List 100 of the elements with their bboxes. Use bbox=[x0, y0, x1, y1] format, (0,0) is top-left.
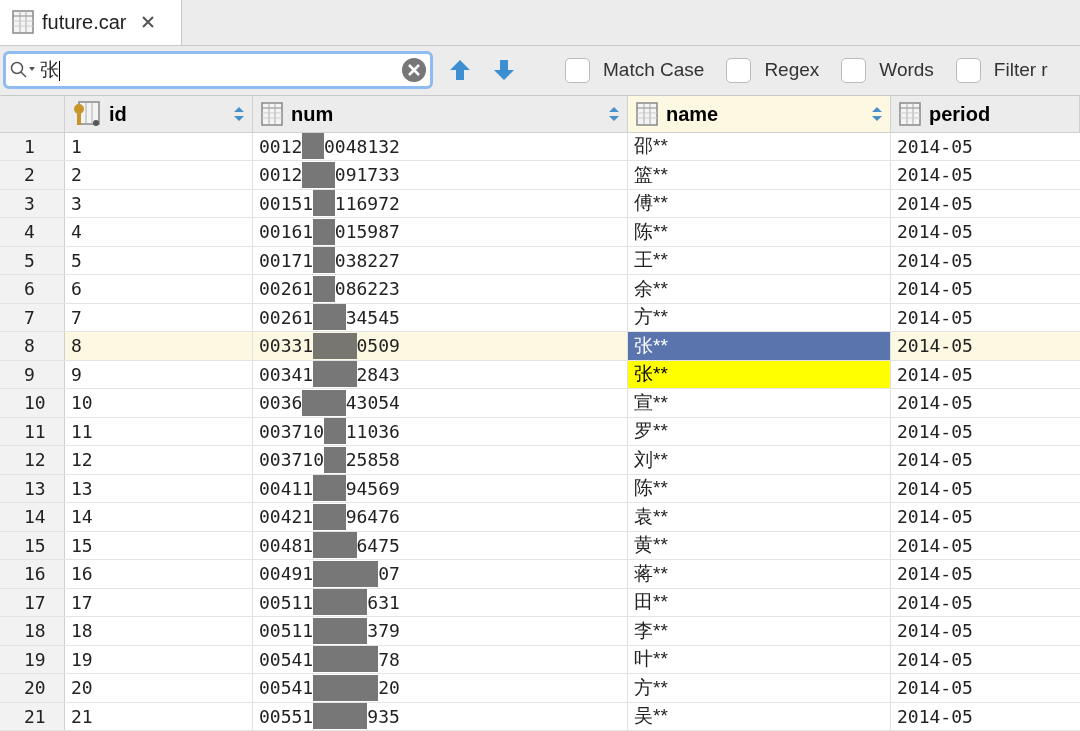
table-cell: 王** bbox=[628, 246, 891, 274]
table-cell-text: 2014-05 bbox=[896, 533, 974, 558]
arrow-up-icon[interactable] bbox=[449, 59, 471, 82]
table-cell: 7 bbox=[65, 303, 253, 331]
table-cell: 袁** bbox=[628, 503, 891, 531]
table-cell: 余** bbox=[628, 275, 891, 303]
redaction-mosaic bbox=[313, 617, 368, 644]
redaction-mosaic bbox=[313, 589, 368, 616]
table-cell-text: 00491 bbox=[259, 562, 314, 587]
table-cell-text: 00511 bbox=[259, 619, 314, 644]
table-cell-text: 2014-05 bbox=[896, 191, 974, 216]
table-cell-text: 43054 bbox=[345, 391, 400, 416]
search-field[interactable]: 张 bbox=[3, 51, 433, 90]
table-cell: 12 bbox=[65, 446, 253, 474]
clear-icon[interactable] bbox=[402, 58, 426, 83]
sort-icon[interactable] bbox=[234, 106, 244, 121]
row-number: 5 bbox=[0, 246, 65, 274]
table-cell-text: 2014-05 bbox=[896, 619, 974, 644]
table-cell-text: 00171 bbox=[259, 248, 314, 273]
table-cell-text: 00481 bbox=[259, 533, 314, 558]
row-number: 21 bbox=[0, 702, 65, 730]
redaction-mosaic bbox=[313, 361, 357, 388]
sort-icon[interactable] bbox=[609, 106, 619, 121]
column-title: name bbox=[666, 101, 720, 127]
search-icon[interactable] bbox=[10, 61, 36, 80]
table-cell: 3 bbox=[65, 189, 253, 217]
table-cell-text: 2014-05 bbox=[896, 220, 974, 245]
sort-icon[interactable] bbox=[872, 106, 882, 121]
row-number: 4 bbox=[0, 218, 65, 246]
table-cell-text: 2014-05 bbox=[896, 590, 974, 615]
table-cell-text: 34545 bbox=[345, 305, 400, 330]
table-cell-text: 0036 bbox=[259, 391, 303, 416]
table-cell-text: 00421 bbox=[259, 505, 314, 530]
column-title: id bbox=[109, 101, 128, 127]
table-cell: 吴** bbox=[628, 702, 891, 730]
table-cell: 陈** bbox=[628, 218, 891, 246]
table-cell: 叶** bbox=[628, 645, 891, 673]
checkbox[interactable] bbox=[955, 57, 981, 83]
table-cell-text: 00341 bbox=[259, 362, 314, 387]
checkbox[interactable] bbox=[841, 57, 867, 83]
close-icon[interactable] bbox=[142, 16, 155, 29]
redaction-mosaic bbox=[313, 475, 346, 502]
column-title: period bbox=[929, 101, 992, 127]
table-cell-text: 2014-05 bbox=[896, 362, 974, 387]
table-cell-text: 091733 bbox=[334, 163, 400, 188]
row-number: 2 bbox=[0, 161, 65, 189]
table-cell: 16 bbox=[65, 560, 253, 588]
table-cell-text: 015987 bbox=[334, 220, 400, 245]
row-number: 18 bbox=[0, 617, 65, 645]
table-cell: 黄** bbox=[628, 531, 891, 559]
redaction-mosaic bbox=[302, 389, 346, 416]
table-cell: 篮** bbox=[628, 161, 891, 189]
table-cell: 10 bbox=[65, 389, 253, 417]
option-label[interactable]: Regex bbox=[764, 56, 820, 85]
table-cell: 张** bbox=[628, 332, 891, 360]
arrow-down-icon[interactable] bbox=[493, 59, 515, 82]
table-cell: 6 bbox=[65, 275, 253, 303]
table-cell-text: 2014-05 bbox=[896, 391, 974, 416]
redaction-mosaic bbox=[313, 190, 335, 217]
table-cell-text: 00551 bbox=[259, 704, 314, 729]
row-number: 15 bbox=[0, 531, 65, 559]
redaction-mosaic bbox=[324, 446, 346, 473]
table-cell-text: 2014-05 bbox=[896, 334, 974, 359]
table-cell: 邵** bbox=[628, 132, 891, 160]
table-cell: 罗** bbox=[628, 417, 891, 445]
row-number: 13 bbox=[0, 474, 65, 502]
redaction-mosaic bbox=[313, 674, 379, 701]
table-cell-text: 2014-05 bbox=[896, 419, 974, 444]
redaction-mosaic bbox=[313, 275, 335, 302]
option-label[interactable]: Match Case bbox=[603, 56, 705, 85]
table-cell: 1 bbox=[65, 132, 253, 160]
option-label[interactable]: Filter r bbox=[993, 56, 1048, 85]
checkbox[interactable] bbox=[565, 57, 590, 83]
row-number: 20 bbox=[0, 674, 65, 702]
table-cell: 17 bbox=[65, 588, 253, 616]
row-number: 14 bbox=[0, 503, 65, 531]
table-cell-text: 2014-05 bbox=[896, 704, 974, 729]
redaction-mosaic bbox=[313, 218, 335, 245]
table-cell-text: 2014-05 bbox=[896, 305, 974, 330]
option-label[interactable]: Words bbox=[879, 56, 934, 85]
row-number: 12 bbox=[0, 446, 65, 474]
table-cell: 方** bbox=[628, 303, 891, 331]
table-cell: 陈** bbox=[628, 474, 891, 502]
row-number: 1 bbox=[0, 132, 65, 160]
table-cell-text: 2014-05 bbox=[896, 647, 974, 672]
checkbox[interactable] bbox=[726, 57, 752, 83]
table-cell-text: 935 bbox=[367, 704, 400, 729]
table-cell: 19 bbox=[65, 645, 253, 673]
table-cell-text: 20 bbox=[378, 676, 400, 701]
table-cell-text: 2014-05 bbox=[896, 248, 974, 273]
table-cell: 8 bbox=[65, 332, 253, 360]
file-tab[interactable]: future.car bbox=[0, 0, 182, 45]
table-cell: 宣** bbox=[628, 389, 891, 417]
table-cell: 李** bbox=[628, 617, 891, 645]
row-number: 17 bbox=[0, 588, 65, 616]
table-cell-text: 25858 bbox=[345, 448, 400, 473]
column-header[interactable]: name bbox=[628, 95, 891, 132]
table-cell: 15 bbox=[65, 531, 253, 559]
table-cell-text: 2014-05 bbox=[896, 448, 974, 473]
row-number: 11 bbox=[0, 417, 65, 445]
